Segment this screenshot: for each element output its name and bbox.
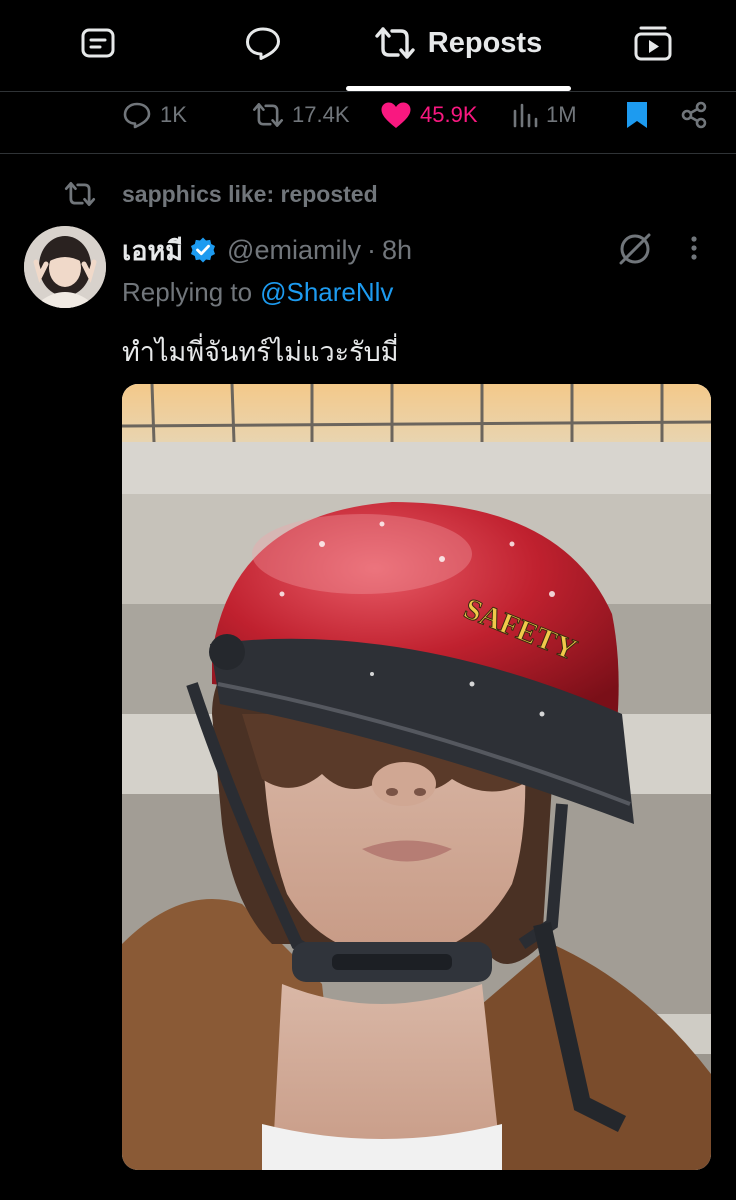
replying-to-row: Replying to @ShareNlv bbox=[122, 272, 393, 312]
tab-bar: Reposts bbox=[0, 0, 736, 91]
tab-articles[interactable] bbox=[78, 18, 118, 68]
repost-icon bbox=[375, 27, 415, 59]
speech-bubble-icon bbox=[246, 27, 280, 60]
tab-media[interactable] bbox=[632, 18, 674, 68]
tab-replies[interactable] bbox=[242, 18, 284, 68]
grok-icon bbox=[619, 233, 651, 265]
avatar-image bbox=[24, 226, 106, 308]
like-count-button[interactable]: 45.9K bbox=[380, 96, 478, 134]
analytics-icon bbox=[513, 103, 538, 128]
avatar[interactable] bbox=[24, 226, 106, 308]
heart-filled-icon bbox=[381, 102, 411, 128]
stats-divider bbox=[0, 153, 736, 154]
bookmark-button[interactable] bbox=[624, 96, 650, 134]
repost-small-icon bbox=[64, 181, 96, 207]
views-count: 1M bbox=[546, 102, 577, 127]
article-icon bbox=[81, 28, 115, 58]
tweet-actions-row-partial bbox=[0, 1186, 736, 1200]
tweet-time[interactable]: 8h bbox=[382, 235, 412, 266]
author-handle[interactable]: @emiamily bbox=[227, 235, 361, 266]
tweet-media-photo[interactable]: SAFETY bbox=[122, 384, 711, 1170]
grok-button[interactable] bbox=[616, 230, 656, 270]
meta-separator: · bbox=[366, 234, 376, 265]
repost-count-button[interactable]: 17.4K bbox=[252, 96, 350, 134]
repost-header-text: sapphics like: reposted bbox=[122, 180, 378, 207]
bookmark-filled-icon bbox=[627, 102, 647, 128]
tweet-author-row: เอหมี @emiamily · 8h bbox=[122, 228, 412, 272]
repost-small-icon bbox=[252, 103, 284, 127]
author-name[interactable]: เอหมี bbox=[122, 229, 183, 272]
repost-header[interactable]: sapphics like: reposted bbox=[64, 176, 378, 212]
verified-badge-icon bbox=[191, 237, 216, 263]
selfie-photo: SAFETY bbox=[122, 384, 711, 1170]
share-button[interactable] bbox=[680, 96, 708, 134]
like-count: 45.9K bbox=[420, 102, 478, 127]
tweet-text: ทำไมพี่จันทร์ไม่แวะรับมี่ bbox=[122, 337, 399, 367]
reply-count: 1K bbox=[160, 102, 187, 127]
share-icon bbox=[681, 101, 707, 129]
more-options-button[interactable] bbox=[684, 232, 704, 268]
media-play-icon bbox=[634, 26, 672, 61]
reply-count-button[interactable]: 1K bbox=[122, 96, 187, 134]
views-count-button[interactable]: 1M bbox=[512, 96, 577, 134]
replying-to-label: Replying to bbox=[122, 276, 253, 307]
tab-divider bbox=[0, 91, 736, 92]
tab-reposts[interactable]: Reposts bbox=[368, 18, 548, 68]
repost-count: 17.4K bbox=[292, 102, 350, 127]
replying-to-mention[interactable]: @ShareNlv bbox=[260, 277, 393, 308]
tab-reposts-label: Reposts bbox=[427, 26, 543, 59]
reply-icon bbox=[123, 102, 151, 129]
more-vertical-icon bbox=[691, 236, 697, 260]
